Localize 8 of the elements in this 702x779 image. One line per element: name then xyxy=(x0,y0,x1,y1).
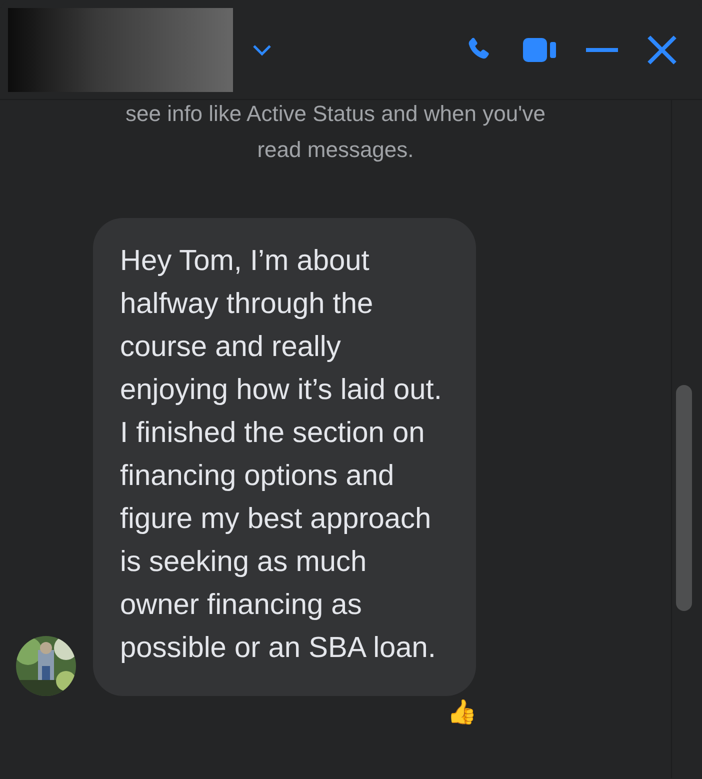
chevron-down-icon[interactable] xyxy=(251,42,273,56)
message-bubble: Hey Tom, I’m about halfway through the course and really enjoying how it’s laid out. I finished the section on financing options and figure my best approach is seeking as much owner financing as possible or an SBA loan. xyxy=(93,218,476,696)
close-icon[interactable] xyxy=(646,34,678,66)
privacy-notice: read messages. xyxy=(257,136,414,164)
minimize-icon[interactable] xyxy=(586,46,618,52)
video-camera-icon[interactable] xyxy=(522,36,558,64)
privacy-notice: see info like Active Status and when you've xyxy=(125,100,546,128)
scrollbar-thumb[interactable] xyxy=(676,385,692,611)
